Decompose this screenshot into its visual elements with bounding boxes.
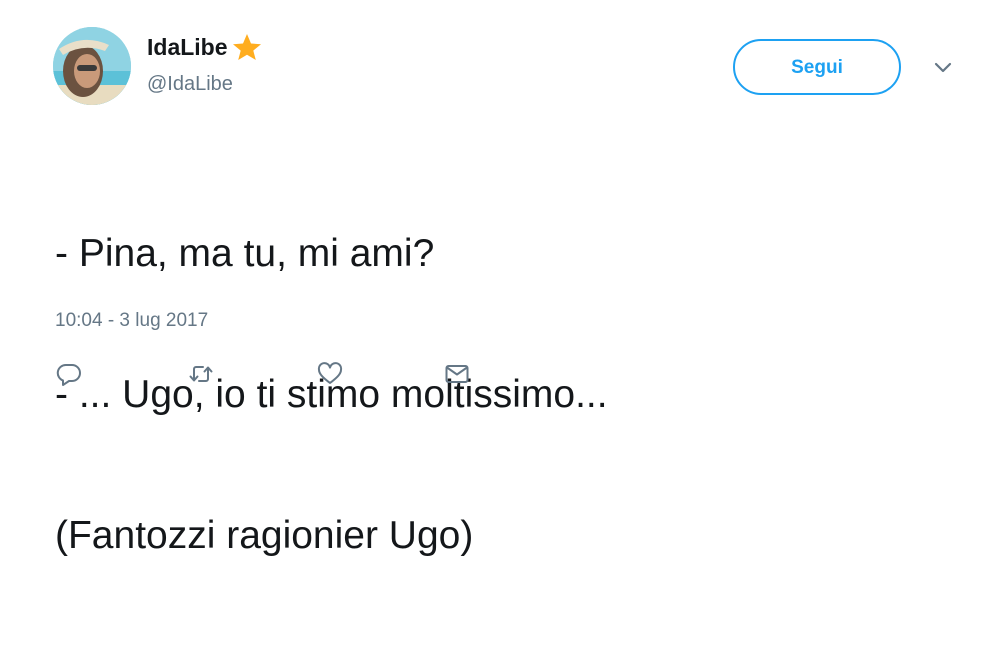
- direct-message-icon[interactable]: [443, 360, 471, 388]
- retweet-icon[interactable]: [187, 360, 215, 388]
- tweet-text: - Pina, ma tu, mi ami? - ... Ugo, io ti …: [55, 136, 608, 653]
- avatar[interactable]: [53, 27, 131, 105]
- tweet-line: - Pina, ma tu, mi ami?: [55, 232, 435, 275]
- tweet-line: (Fantozzi ragionier Ugo): [55, 514, 474, 557]
- display-name[interactable]: IdaLibe: [147, 33, 262, 61]
- star-icon: [232, 33, 262, 61]
- like-icon[interactable]: [316, 360, 344, 388]
- reply-icon[interactable]: [55, 360, 83, 388]
- chevron-down-icon[interactable]: [932, 57, 954, 79]
- profile-photo: [53, 27, 131, 105]
- timestamp[interactable]: 10:04 - 3 lug 2017: [55, 309, 208, 333]
- display-name-text[interactable]: IdaLibe: [147, 33, 228, 61]
- user-handle[interactable]: @IdaLibe: [147, 72, 233, 96]
- follow-button[interactable]: Segui: [733, 39, 901, 95]
